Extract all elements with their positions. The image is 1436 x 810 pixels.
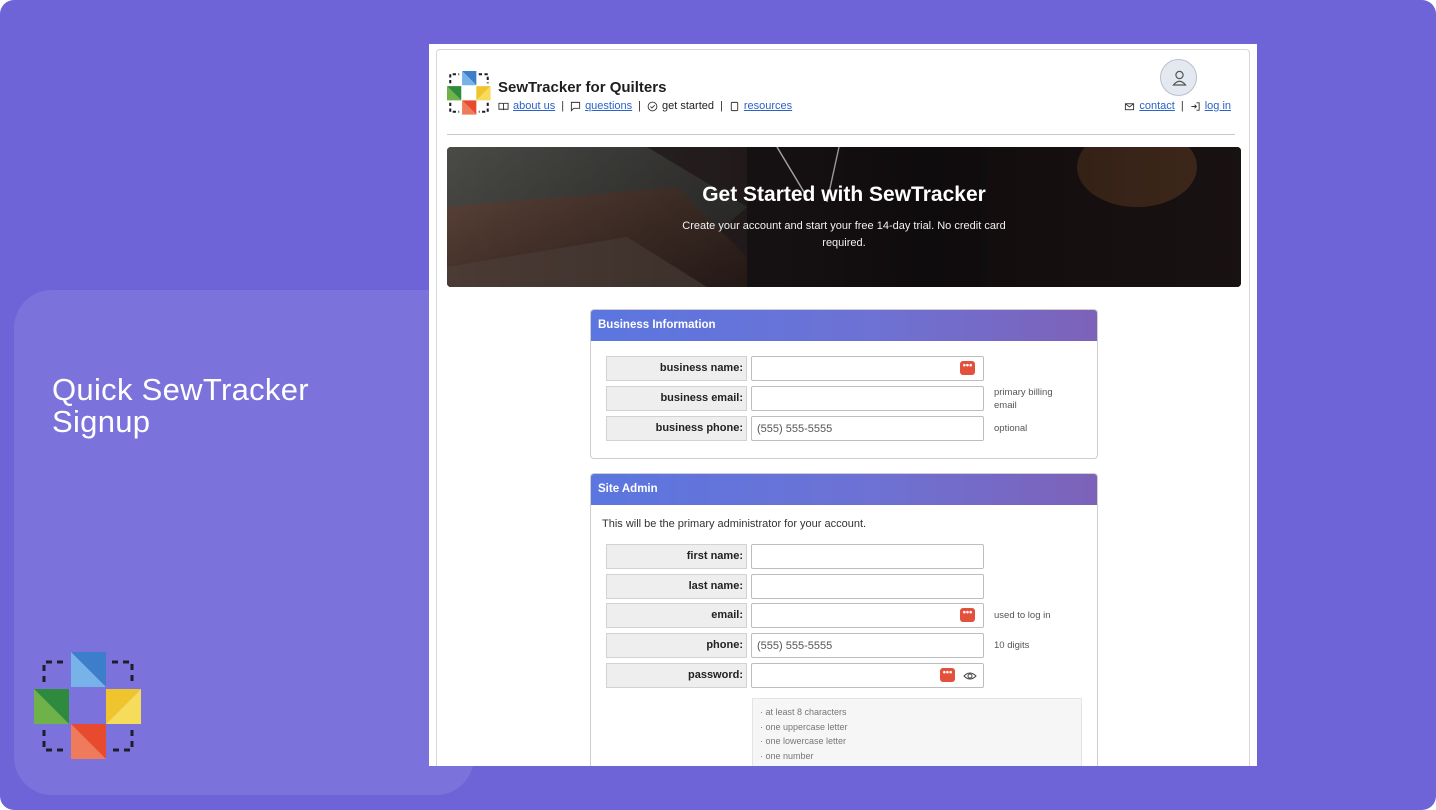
email-row: email: ••• used to log in <box>606 603 1074 628</box>
phone-label: phone: <box>606 633 747 658</box>
business-email-label: business email: <box>606 386 747 411</box>
chat-icon <box>570 101 581 112</box>
password-rule: · one lowercase letter <box>760 736 847 746</box>
site-admin-intro: This will be the primary administrator f… <box>602 518 867 530</box>
user-icon <box>1172 70 1187 86</box>
business-information-card: Business Information business name: ••• … <box>590 309 1098 459</box>
business-phone-row: business phone: optional <box>606 416 1074 441</box>
slide-background: Quick SewTracker Signup SewTracker for Q… <box>0 0 1436 810</box>
site-title: SewTracker for Quilters <box>498 79 667 96</box>
business-email-input[interactable] <box>751 386 984 411</box>
fabric-background-image <box>447 147 1241 287</box>
last-name-input[interactable] <box>751 574 984 599</box>
business-phone-input[interactable] <box>751 416 984 441</box>
first-name-label: first name: <box>606 544 747 569</box>
password-rule: · one uppercase letter <box>760 721 848 732</box>
email-input[interactable] <box>751 603 984 628</box>
password-requirements: · at least 8 characters · one uppercase … <box>752 698 1082 766</box>
slide-title: Quick SewTracker Signup <box>52 372 309 439</box>
book-icon <box>498 102 509 110</box>
business-name-row: business name: ••• <box>606 356 984 381</box>
show-password-eye-icon[interactable] <box>963 670 977 682</box>
email-hint: used to log in <box>994 610 1051 621</box>
site-logo-icon[interactable] <box>447 71 491 115</box>
password-label: password: <box>606 663 747 688</box>
password-manager-icon[interactable]: ••• <box>940 668 955 682</box>
signup-page: SewTracker for Quilters about us | quest… <box>436 49 1250 766</box>
last-name-row: last name: <box>606 574 984 599</box>
phone-input[interactable] <box>751 633 984 658</box>
business-name-label: business name: <box>606 356 747 381</box>
hero-banner: Get Started with SewTracker Create your … <box>447 147 1241 287</box>
contact-link[interactable]: contact <box>1139 100 1174 112</box>
phone-row: phone: 10 digits <box>606 633 1074 658</box>
header-divider <box>447 134 1235 135</box>
nav-resources-link[interactable]: resources <box>744 100 792 112</box>
document-icon <box>730 101 739 111</box>
phone-hint: 10 digits <box>994 640 1030 651</box>
password-manager-icon[interactable]: ••• <box>960 361 975 375</box>
password-rule: · one number <box>760 750 814 761</box>
browser-screenshot: SewTracker for Quilters about us | quest… <box>429 44 1257 766</box>
nav-questions-link[interactable]: questions <box>585 100 632 112</box>
site-admin-heading: Site Admin <box>591 474 1097 505</box>
business-phone-label: business phone: <box>606 416 747 441</box>
main-nav: about us | questions | get started | res… <box>498 100 792 112</box>
login-link[interactable]: log in <box>1205 100 1231 112</box>
nav-get-started[interactable]: get started <box>662 100 714 112</box>
first-name-row: first name: <box>606 544 984 569</box>
check-circle-icon <box>647 101 658 111</box>
mail-icon <box>1125 102 1135 110</box>
login-icon <box>1191 101 1200 111</box>
user-avatar[interactable] <box>1160 59 1197 96</box>
quilt-logo-icon <box>34 652 141 759</box>
business-information-heading: Business Information <box>591 310 1097 341</box>
site-admin-card: Site Admin This will be the primary admi… <box>590 473 1098 766</box>
password-manager-icon[interactable]: ••• <box>960 608 975 622</box>
business-email-row: business email: primary billing email <box>606 386 1074 411</box>
business-name-input[interactable] <box>751 356 984 381</box>
password-rule: · at least 8 characters <box>760 707 847 717</box>
email-label: email: <box>606 603 747 628</box>
last-name-label: last name: <box>606 574 747 599</box>
password-row: password: ••• <box>606 663 984 688</box>
account-nav: contact | log in <box>1124 100 1231 112</box>
business-email-hint: primary billing email <box>994 386 1053 411</box>
hero-title: Get Started with SewTracker <box>702 183 986 206</box>
nav-about-us-link[interactable]: about us <box>513 100 555 112</box>
hero-subtitle: Create your account and start your free … <box>682 220 1006 249</box>
site-header: SewTracker for Quilters about us | quest… <box>437 50 1251 136</box>
business-phone-hint: optional <box>994 423 1028 434</box>
first-name-input[interactable] <box>751 544 984 569</box>
